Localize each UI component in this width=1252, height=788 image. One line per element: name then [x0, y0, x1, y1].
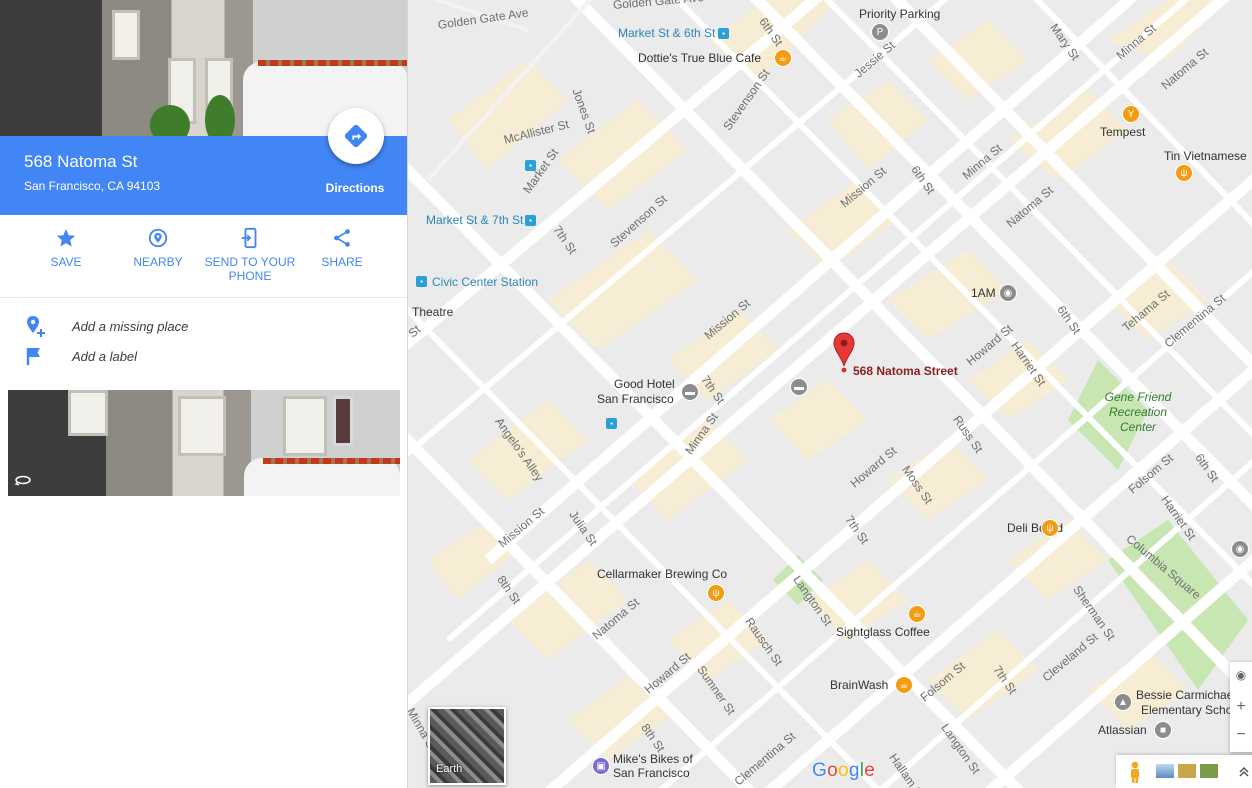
poi-label[interactable]: Dottie's True Blue Cafe — [638, 51, 761, 65]
poi-label[interactable]: Theatre — [412, 305, 453, 319]
restaurant-icon[interactable]: ψ — [707, 584, 725, 602]
add-missing-place-link[interactable]: Add a missing place — [24, 314, 188, 338]
art-gallery-icon[interactable]: ◉ — [999, 284, 1017, 302]
earth-view-toggle[interactable]: Earth — [428, 707, 506, 785]
poi-label[interactable]: Atlassian — [1098, 723, 1147, 737]
metro-station-icon[interactable]: ▪ — [416, 276, 427, 287]
place-address: San Francisco, CA 94103 — [24, 179, 161, 193]
poi-label[interactable]: Bessie Carmichael — [1136, 688, 1236, 702]
poi-label[interactable]: Good Hotel — [614, 377, 675, 391]
office-icon[interactable]: ■ — [1154, 721, 1172, 739]
transit-stop-label[interactable]: Market St & 7th St — [426, 213, 523, 227]
poi-label[interactable]: 1AM — [971, 286, 996, 300]
parking-icon[interactable]: P — [871, 23, 889, 41]
imagery-thumbnail[interactable] — [1178, 764, 1196, 778]
place-panel: 568 Natoma St San Francisco, CA 94103 Di… — [0, 0, 408, 788]
zoom-out-button[interactable]: − — [1230, 726, 1252, 744]
chevron-up-icon[interactable] — [1238, 765, 1250, 777]
poi-label[interactable]: Sightglass Coffee — [836, 625, 930, 639]
cafe-icon[interactable]: ☕ — [774, 49, 792, 67]
directions-button[interactable] — [328, 108, 384, 164]
street-view-thumbnail[interactable] — [8, 390, 400, 496]
poi-label[interactable]: Tempest — [1100, 125, 1145, 139]
send-label-line2: PHONE — [228, 269, 272, 283]
hotel-icon[interactable]: ▬ — [790, 378, 808, 396]
save-button[interactable]: SAVE — [20, 227, 112, 269]
poi-label[interactable]: BrainWash — [830, 678, 888, 692]
bus-stop-icon[interactable]: ▪ — [606, 418, 617, 429]
photo-window — [333, 396, 353, 446]
bike-shop-icon[interactable]: ▣ — [592, 757, 610, 775]
nearby-pin-icon — [148, 228, 168, 248]
bar-icon[interactable]: Y — [1122, 105, 1140, 123]
send-to-phone-icon — [241, 227, 257, 249]
add-missing-place-text: Add a missing place — [72, 318, 189, 334]
add-place-pin-icon — [27, 316, 45, 337]
park-label[interactable]: Gene Friend Recreation Center — [1098, 390, 1178, 435]
place-title: 568 Natoma St — [24, 152, 138, 171]
share-icon — [334, 229, 350, 247]
imagery-thumbnail[interactable] — [1200, 764, 1218, 778]
panorama-360-icon — [14, 475, 31, 486]
poi-label[interactable]: Tin Vietnamese — [1164, 149, 1247, 163]
poi-label[interactable]: Mike's Bikes of — [613, 752, 693, 766]
zoom-controls: ◉ + − — [1230, 662, 1252, 752]
poi-label[interactable]: Cellarmaker Brewing Co — [597, 567, 727, 581]
transit-stop-label[interactable]: Civic Center Station — [432, 275, 538, 289]
bus-stop-icon[interactable]: ▪ — [525, 160, 536, 171]
poi-label[interactable]: San Francisco — [597, 392, 674, 406]
share-label: SHARE — [321, 255, 363, 269]
map-bottom-bar — [1116, 755, 1252, 788]
poi-label[interactable]: Elementary Scho — [1141, 703, 1232, 717]
nearby-button[interactable]: NEARBY — [112, 227, 204, 269]
zoom-in-button[interactable]: + — [1230, 698, 1252, 716]
photo-window — [283, 396, 327, 456]
pegman-icon[interactable] — [1128, 761, 1142, 783]
restaurant-icon[interactable]: ψ — [1041, 519, 1059, 537]
my-location-icon[interactable]: ◉ — [1230, 668, 1252, 682]
photo-window — [178, 396, 226, 456]
share-button[interactable]: SHARE — [296, 227, 388, 269]
nearby-label: NEARBY — [133, 255, 183, 269]
directions-icon — [345, 125, 367, 147]
restaurant-icon[interactable]: ψ — [1175, 164, 1193, 182]
flag-icon — [26, 348, 40, 365]
directions-label[interactable]: Directions — [314, 181, 396, 195]
imagery-thumbnail[interactable] — [1156, 764, 1174, 778]
photo-ladder — [263, 458, 400, 464]
bus-stop-icon[interactable]: ▪ — [718, 28, 729, 39]
photo-ladder — [258, 60, 407, 66]
school-icon[interactable]: ▲ — [1114, 693, 1132, 711]
park-label-line3: Center — [1119, 420, 1157, 434]
park-label-line1: Gene Friend — [1104, 390, 1172, 404]
suggest-section: Add a missing place Add a label — [0, 298, 407, 390]
photo-van — [243, 62, 407, 136]
photo-window — [68, 390, 108, 436]
art-gallery-icon[interactable]: ◉ — [1231, 540, 1249, 558]
send-label-line1: SEND TO YOUR — [204, 255, 296, 269]
earth-label: Earth — [436, 763, 463, 775]
hotel-icon[interactable]: ▬ — [681, 383, 699, 401]
add-label-text: Add a label — [72, 348, 138, 364]
poi-label[interactable]: San Francisco — [613, 766, 690, 780]
bus-stop-icon[interactable]: ▪ — [525, 215, 536, 226]
park-label-line2: Recreation — [1108, 405, 1168, 419]
maps-app: 568 Natoma St San Francisco, CA 94103 Di… — [0, 0, 1252, 788]
send-to-phone-button[interactable]: SEND TO YOUR PHONE — [204, 227, 296, 283]
selected-place-label[interactable]: 568 Natoma Street — [853, 364, 958, 378]
save-label: SAVE — [50, 255, 82, 269]
map-canvas[interactable]: Golden Gate Ave Golden Gate Ave 6th St J… — [408, 0, 1252, 788]
star-icon — [56, 229, 76, 247]
google-logo: Google — [812, 760, 876, 781]
add-label-link[interactable]: Add a label — [24, 344, 137, 368]
selected-place-pin-icon[interactable] — [833, 332, 855, 374]
poi-label[interactable]: Priority Parking — [859, 7, 940, 21]
action-row: SAVE NEARBY SEND TO YOUR PHONE SHARE — [0, 215, 407, 298]
cafe-icon[interactable]: ☕ — [895, 676, 913, 694]
photo-window — [112, 10, 140, 60]
cafe-icon[interactable]: ☕ — [908, 605, 926, 623]
transit-stop-label[interactable]: Market St & 6th St — [618, 26, 715, 40]
